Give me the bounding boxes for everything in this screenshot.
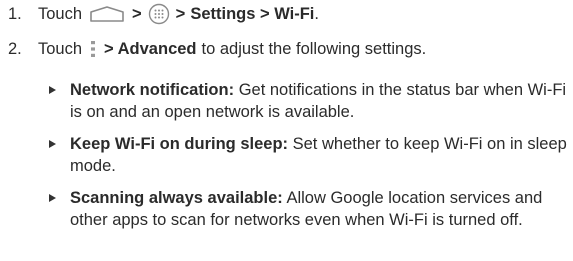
bullet-arrow-icon [48, 79, 70, 101]
menu-path: Settings > Wi-Fi [190, 5, 315, 23]
setting-term: Scanning always available: [70, 189, 283, 207]
step-separator: > [175, 5, 186, 23]
menu-path: > Advanced [104, 40, 197, 58]
step-suffix: to adjust the following settings. [201, 40, 427, 58]
step-separator: > [132, 5, 142, 23]
step-2: 2. Touch > Advanced to adjust the follow… [8, 38, 426, 60]
bullet-arrow-icon [48, 133, 70, 155]
menu-dots-icon [90, 39, 96, 59]
step-prefix: Touch [38, 5, 83, 23]
list-item: Network notification: Get notifications … [48, 79, 568, 123]
home-icon [88, 4, 126, 24]
bullet-arrow-icon [48, 187, 70, 209]
apps-grid-icon [148, 3, 170, 25]
list-item: Keep Wi-Fi on during sleep: Set whether … [48, 133, 568, 177]
setting-term: Keep Wi-Fi on during sleep: [70, 135, 289, 153]
step-prefix: Touch [38, 40, 83, 58]
setting-term: Network notification: [70, 81, 235, 99]
list-item: Scanning always available: Allow Google … [48, 187, 568, 231]
step-number: 2. [8, 40, 22, 58]
step-1: 1. Touch > > Settings > Wi-Fi . [8, 3, 319, 25]
settings-list: Network notification: Get notifications … [48, 79, 568, 241]
step-number: 1. [8, 5, 22, 23]
step-suffix: . [314, 5, 319, 23]
